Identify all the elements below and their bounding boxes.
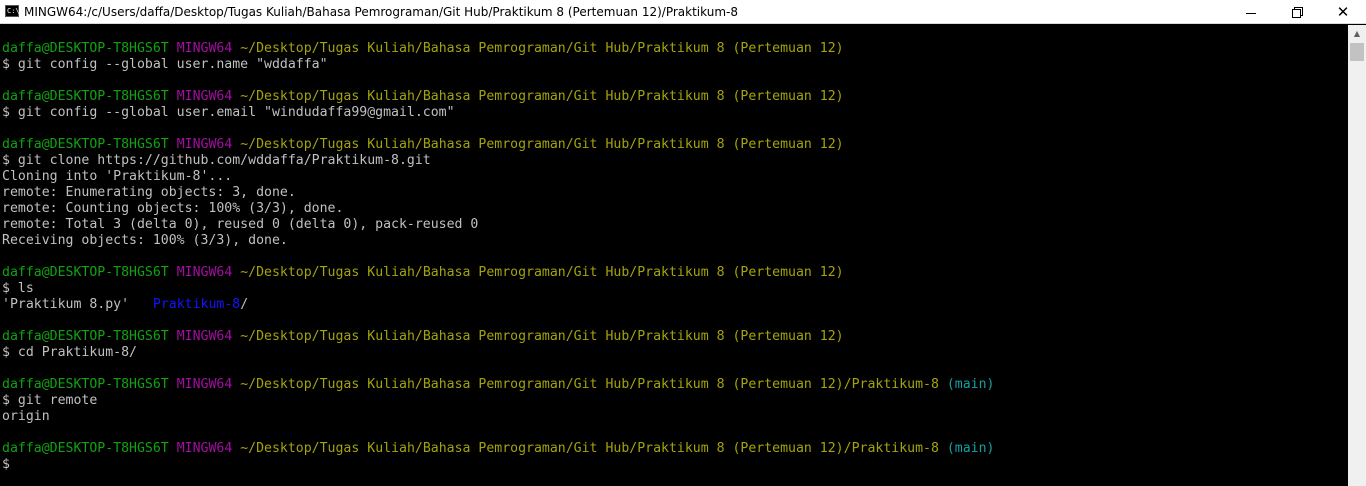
prompt-line: daffa@DESKTOP-T8HGS6T MINGW64 ~/Desktop/… <box>2 265 1346 281</box>
prompt-line: daffa@DESKTOP-T8HGS6T MINGW64 ~/Desktop/… <box>2 137 1346 153</box>
prompt-host: MINGW64 <box>176 137 233 152</box>
input-line[interactable]: $ <box>2 457 1346 473</box>
output-line: remote: Enumerating objects: 3, done. <box>2 185 296 200</box>
prompt-path: ~/Desktop/Tugas Kuliah/Bahasa Pemrograma… <box>240 265 844 280</box>
output-line: origin <box>2 409 50 424</box>
prompt-host: MINGW64 <box>176 441 233 456</box>
prompt-user: daffa@DESKTOP-T8HGS6T <box>2 41 169 56</box>
output-line: remote: Counting objects: 100% (3/3), do… <box>2 201 344 216</box>
prompt-path: ~/Desktop/Tugas Kuliah/Bahasa Pemrograma… <box>240 329 844 344</box>
prompt-user: daffa@DESKTOP-T8HGS6T <box>2 89 169 104</box>
prompt-user: daffa@DESKTOP-T8HGS6T <box>2 377 169 392</box>
terminal-output[interactable]: daffa@DESKTOP-T8HGS6T MINGW64 ~/Desktop/… <box>0 41 1346 486</box>
prompt-line: daffa@DESKTOP-T8HGS6T MINGW64 ~/Desktop/… <box>2 89 1346 105</box>
command-line: $ cd Praktikum-8/ <box>2 345 137 360</box>
ls-directory-entry: Praktikum-8 <box>152 297 241 312</box>
prompt-path: ~/Desktop/Tugas Kuliah/Bahasa Pemrograma… <box>240 89 844 104</box>
command-line: $ ls <box>2 281 34 296</box>
prompt-user: daffa@DESKTOP-T8HGS6T <box>2 137 169 152</box>
prompt-user: daffa@DESKTOP-T8HGS6T <box>2 441 169 456</box>
prompt-path: ~/Desktop/Tugas Kuliah/Bahasa Pemrograma… <box>240 377 939 392</box>
title-bar[interactable]: C:\ MINGW64:/c/Users/daffa/Desktop/Tugas… <box>0 0 1366 24</box>
prompt-line: daffa@DESKTOP-T8HGS6T MINGW64 ~/Desktop/… <box>2 441 1346 457</box>
prompt-line: daffa@DESKTOP-T8HGS6T MINGW64 ~/Desktop/… <box>2 41 1346 57</box>
prompt-line: daffa@DESKTOP-T8HGS6T MINGW64 ~/Desktop/… <box>2 377 1346 393</box>
output-line: Receiving objects: 100% (3/3), done. <box>2 233 288 248</box>
prompt-path: ~/Desktop/Tugas Kuliah/Bahasa Pemrograma… <box>240 137 844 152</box>
ls-directory-suffix: / <box>240 297 249 312</box>
window-title: MINGW64:/c/Users/daffa/Desktop/Tugas Kul… <box>24 5 738 19</box>
terminal-window: C:\ MINGW64:/c/Users/daffa/Desktop/Tugas… <box>0 0 1366 486</box>
vertical-scrollbar[interactable]: ▲ <box>1348 25 1366 486</box>
prompt-host: MINGW64 <box>176 329 233 344</box>
prompt-host: MINGW64 <box>176 377 233 392</box>
prompt-user: daffa@DESKTOP-T8HGS6T <box>2 329 169 344</box>
scrollbar-thumb[interactable] <box>1350 43 1364 61</box>
close-button[interactable]: ✕ <box>1320 0 1366 24</box>
output-line: Cloning into 'Praktikum-8'... <box>2 169 233 184</box>
command-line: $ git clone https://github.com/wddaffa/P… <box>2 153 431 168</box>
restore-icon <box>1292 7 1303 18</box>
output-line: remote: Total 3 (delta 0), reused 0 (del… <box>2 217 479 232</box>
prompt-host: MINGW64 <box>176 89 233 104</box>
prompt-line: daffa@DESKTOP-T8HGS6T MINGW64 ~/Desktop/… <box>2 329 1346 345</box>
command-line: $ git remote <box>2 393 98 408</box>
command-line: $ git config --global user.name "wddaffa… <box>2 57 328 72</box>
prompt-branch: (main) <box>946 441 995 456</box>
scroll-up-arrow-icon[interactable]: ▲ <box>1348 25 1366 41</box>
prompt-host: MINGW64 <box>176 265 233 280</box>
minimize-icon <box>1246 12 1256 14</box>
ls-file-entry: 'Praktikum 8.py' <box>2 297 130 312</box>
minimize-button[interactable] <box>1228 0 1274 24</box>
prompt-path: ~/Desktop/Tugas Kuliah/Bahasa Pemrograma… <box>240 441 939 456</box>
close-icon: ✕ <box>1336 2 1350 21</box>
prompt-user: daffa@DESKTOP-T8HGS6T <box>2 265 169 280</box>
ls-output-line: 'Praktikum 8.py' Praktikum-8/ <box>2 297 1346 313</box>
command-line: $ git config --global user.email "windud… <box>2 105 455 120</box>
prompt-branch: (main) <box>946 377 995 392</box>
terminal-app-icon[interactable]: C:\ <box>5 5 20 17</box>
prompt-host: MINGW64 <box>176 41 233 56</box>
prompt-path: ~/Desktop/Tugas Kuliah/Bahasa Pemrograma… <box>240 41 844 56</box>
maximize-button[interactable] <box>1274 0 1320 24</box>
